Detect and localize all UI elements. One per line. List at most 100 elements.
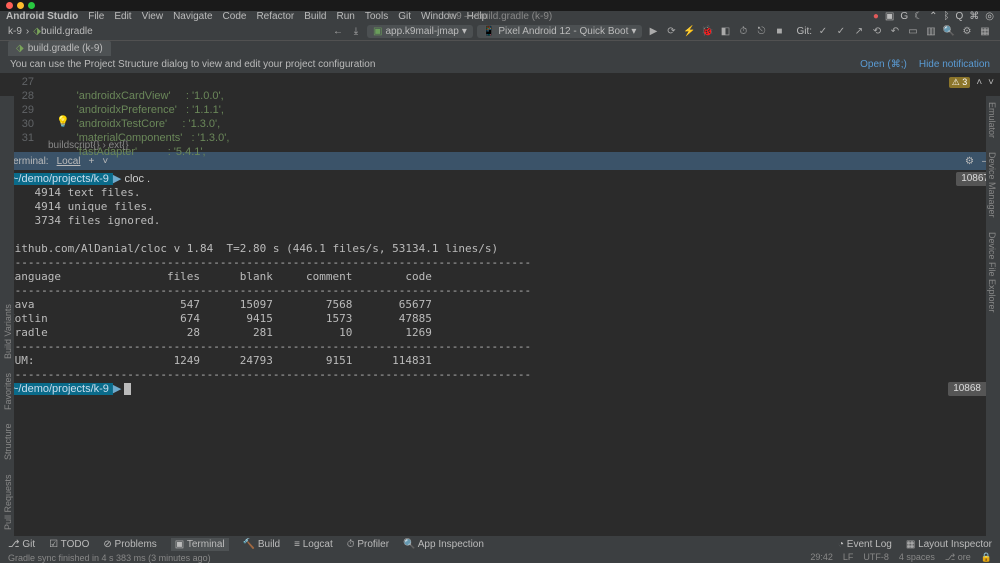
status-bar: Gradle sync finished in 4 s 383 ms (3 mi…: [0, 552, 1000, 563]
moon-icon[interactable]: ☾: [914, 11, 923, 22]
tool-logcat[interactable]: ≡ Logcat: [294, 539, 333, 550]
file-encoding[interactable]: UTF-8: [863, 552, 889, 563]
menu-file[interactable]: File: [88, 11, 104, 22]
banner-open-link[interactable]: Open (⌘;): [860, 59, 907, 70]
run-icon[interactable]: ▶: [646, 24, 660, 38]
line-separator[interactable]: LF: [843, 552, 854, 563]
whatsnew-icon[interactable]: ▦: [978, 24, 992, 38]
tool-build[interactable]: 🔨 Build: [243, 539, 280, 550]
tool-todo[interactable]: ☑ TODO: [49, 539, 89, 550]
close-window[interactable]: [6, 2, 13, 9]
menu-help[interactable]: Help: [467, 11, 488, 22]
editor-tabs: ⬗ build.gradle (k-9): [0, 40, 1000, 56]
editor-inspections[interactable]: ⚠ 3 ˄ ˅: [949, 77, 994, 88]
tool-structure[interactable]: Structure: [1, 424, 13, 461]
search-everywhere-icon[interactable]: 🔍: [942, 24, 956, 38]
file-crumb[interactable]: build.gradle: [41, 26, 93, 37]
editor-tab-active[interactable]: ⬗ build.gradle (k-9): [8, 41, 111, 56]
vcs-commit-icon[interactable]: ✓: [834, 24, 848, 38]
settings-icon[interactable]: ⚙: [960, 24, 974, 38]
terminal-command: cloc .: [124, 173, 150, 185]
git-label: Git:: [796, 26, 812, 37]
terminal-cursor: [124, 383, 131, 395]
tool-problems[interactable]: ⊘ Problems: [103, 539, 156, 550]
editor-breadcrumb[interactable]: buildscript{} › ext{}: [44, 139, 133, 152]
tool-pull-requests[interactable]: Pull Requests: [1, 474, 13, 530]
code-editor[interactable]: 2728293031 💡 'androidxCardView' : '1.0.0…: [0, 74, 1000, 152]
menu-refactor[interactable]: Refactor: [256, 11, 294, 22]
warning-icon: ⚠: [952, 77, 960, 87]
git-branch[interactable]: ⎇ ore: [945, 552, 971, 563]
gradle-icon: ⬗: [33, 26, 41, 37]
sdk-icon[interactable]: ▥: [924, 24, 938, 38]
tool-profiler[interactable]: ⏱ Profiler: [347, 539, 389, 550]
control-center-icon[interactable]: ⌘: [969, 11, 979, 22]
vcs-history-icon[interactable]: ⟲: [870, 24, 884, 38]
menu-run[interactable]: Run: [337, 11, 355, 22]
tool-device-file-explorer[interactable]: Device File Explorer: [987, 232, 999, 313]
revert-icon[interactable]: ↶: [888, 24, 902, 38]
terminal-settings-icon[interactable]: ⚙: [965, 156, 974, 167]
search-icon[interactable]: Q: [955, 11, 963, 22]
bottom-tool-strip: ⎇ Git ☑ TODO ⊘ Problems ▣ Terminal 🔨 Bui…: [0, 536, 1000, 552]
chrome-icon[interactable]: G: [900, 11, 908, 22]
vcs-update-icon[interactable]: ✓: [816, 24, 830, 38]
apply-code-icon[interactable]: ⚡: [682, 24, 696, 38]
tool-build-variants[interactable]: Build Variants: [1, 304, 13, 359]
caret-position[interactable]: 29:42: [810, 552, 833, 563]
prompt-path: ~/demo/projects/k-9: [8, 173, 113, 185]
device-select[interactable]: 📱Pixel Android 12 - Quick Boot▾: [477, 25, 643, 38]
debug-icon[interactable]: 🐞: [700, 24, 714, 38]
lock-icon[interactable]: 🔒: [981, 552, 992, 563]
tool-layout-inspector[interactable]: ▦ Layout Inspector: [906, 539, 992, 550]
menu-tools[interactable]: Tools: [365, 11, 388, 22]
attach-debugger-icon[interactable]: ⎋: [754, 24, 768, 38]
back-icon[interactable]: ←: [331, 24, 345, 38]
tool-event-log[interactable]: ◔ Event Log: [838, 539, 892, 550]
banner-message: You can use the Project Structure dialog…: [10, 59, 375, 70]
menu-edit[interactable]: Edit: [114, 11, 131, 22]
banner-hide-link[interactable]: Hide notification: [919, 59, 990, 70]
code-area[interactable]: 'androidxCardView' : '1.0.0', 'androidxP…: [40, 74, 1000, 152]
tool-emulator[interactable]: Emulator: [987, 102, 999, 138]
profile-icon[interactable]: ⏱: [736, 24, 750, 38]
macos-traffic-lights: [0, 0, 1000, 11]
siri-icon[interactable]: ◎: [985, 11, 994, 22]
gradle-file-icon: ⬗: [16, 43, 24, 54]
apply-changes-icon[interactable]: ⟳: [664, 24, 678, 38]
menubar-status-icons: ● ▣ G ☾ ⌃ ᛒ Q ⌘ ◎: [873, 11, 994, 22]
menu-window[interactable]: Window: [421, 11, 457, 22]
main-menubar: Android Studio File Edit View Navigate C…: [0, 11, 1000, 22]
intention-bulb-icon[interactable]: 💡: [56, 115, 70, 128]
app-icon: ▣: [885, 11, 894, 22]
stop-icon[interactable]: ■: [772, 24, 786, 38]
terminal-body[interactable]: 10867 ~/demo/projects/k-9▶ cloc . 4914 t…: [0, 170, 1000, 508]
bt-icon[interactable]: ᛒ: [943, 11, 949, 22]
avd-icon[interactable]: ▭: [906, 24, 920, 38]
chevron-down-icon[interactable]: ˅: [988, 77, 994, 88]
record-icon[interactable]: ●: [873, 11, 879, 22]
history-badge-2: 10868: [948, 382, 986, 396]
vcs-push-icon[interactable]: ↗: [852, 24, 866, 38]
menu-build[interactable]: Build: [304, 11, 326, 22]
tool-device-manager[interactable]: Device Manager: [987, 152, 999, 218]
sync-gradle-icon[interactable]: ⤓: [349, 24, 363, 38]
tool-favorites[interactable]: Favorites: [1, 373, 13, 410]
right-tool-strip: Emulator Device Manager Device File Expl…: [986, 96, 1000, 536]
minimize-window[interactable]: [17, 2, 24, 9]
menu-view[interactable]: View: [142, 11, 164, 22]
maximize-window[interactable]: [28, 2, 35, 9]
wifi-icon[interactable]: ⌃: [929, 11, 937, 22]
menu-git[interactable]: Git: [398, 11, 411, 22]
menu-navigate[interactable]: Navigate: [173, 11, 212, 22]
terminal-output-1: 4914 text files. 4914 unique files. 3734…: [8, 186, 992, 256]
tool-terminal[interactable]: ▣ Terminal: [171, 538, 229, 551]
tool-git[interactable]: ⎇ Git: [8, 539, 35, 550]
chevron-up-icon[interactable]: ˄: [976, 77, 982, 88]
run-config-select[interactable]: ▣app.k9mail-jmap▾: [367, 25, 473, 38]
menu-code[interactable]: Code: [223, 11, 247, 22]
coverage-icon[interactable]: ◧: [718, 24, 732, 38]
project-crumb[interactable]: k-9: [8, 26, 22, 37]
indent-setting[interactable]: 4 spaces: [899, 552, 935, 563]
tool-app-inspection[interactable]: 🔍 App Inspection: [403, 539, 484, 550]
